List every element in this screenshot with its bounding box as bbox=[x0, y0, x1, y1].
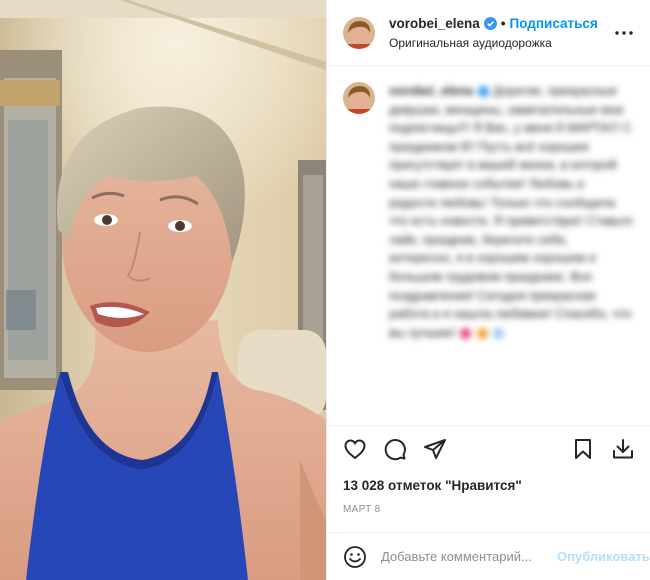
comment-bubble-icon[interactable] bbox=[375, 429, 415, 469]
video-frame bbox=[0, 0, 326, 580]
username-link[interactable]: vorobei_elena bbox=[389, 15, 480, 33]
comment-input[interactable] bbox=[381, 549, 557, 564]
verified-badge-icon bbox=[477, 86, 489, 98]
post-date[interactable]: март 8 bbox=[343, 504, 380, 515]
sparkle-emoji-icon bbox=[493, 327, 505, 339]
likes-count[interactable]: 13 028 отметок "Нравится" bbox=[343, 478, 522, 493]
download-icon[interactable] bbox=[603, 429, 643, 469]
comment-bar: Опубликовать bbox=[327, 532, 650, 580]
emoji-smile-icon[interactable] bbox=[343, 545, 367, 569]
follow-button[interactable]: Подписаться bbox=[510, 15, 598, 33]
caption-area: vorobei_elena Дорогие, прекрасные девушк… bbox=[327, 66, 650, 426]
avatar[interactable] bbox=[343, 16, 375, 49]
paper-plane-icon[interactable] bbox=[415, 429, 455, 469]
post-video[interactable] bbox=[0, 0, 326, 580]
bookmark-icon[interactable] bbox=[563, 429, 603, 469]
avatar-image bbox=[343, 16, 375, 49]
action-bar bbox=[327, 426, 650, 472]
caption-text: Дорогие, прекрасные девушки, женщины, за… bbox=[389, 84, 633, 340]
caption-avatar[interactable] bbox=[343, 82, 375, 114]
more-options-icon[interactable] bbox=[612, 21, 636, 45]
flower-emoji-icon bbox=[476, 327, 488, 339]
header-separator: • bbox=[500, 15, 506, 31]
header-text: vorobei_elena • Подписаться Оригинальная… bbox=[389, 15, 612, 51]
heart-icon[interactable] bbox=[335, 429, 375, 469]
caption-username[interactable]: vorobei_elena bbox=[389, 84, 473, 98]
header-top-row: vorobei_elena • Подписаться bbox=[389, 15, 612, 33]
publish-button[interactable]: Опубликовать bbox=[557, 549, 650, 564]
verified-badge-icon bbox=[483, 17, 497, 30]
caption-text-blurred: vorobei_elena Дорогие, прекрасные девушк… bbox=[389, 82, 634, 425]
post-sidebar: vorobei_elena • Подписаться Оригинальная… bbox=[326, 0, 650, 580]
post-header: vorobei_elena • Подписаться Оригинальная… bbox=[327, 0, 650, 66]
audio-link[interactable]: Оригинальная аудиодорожка bbox=[389, 35, 612, 51]
heart-emoji-icon bbox=[460, 327, 472, 339]
instagram-post: vorobei_elena • Подписаться Оригинальная… bbox=[0, 0, 650, 580]
